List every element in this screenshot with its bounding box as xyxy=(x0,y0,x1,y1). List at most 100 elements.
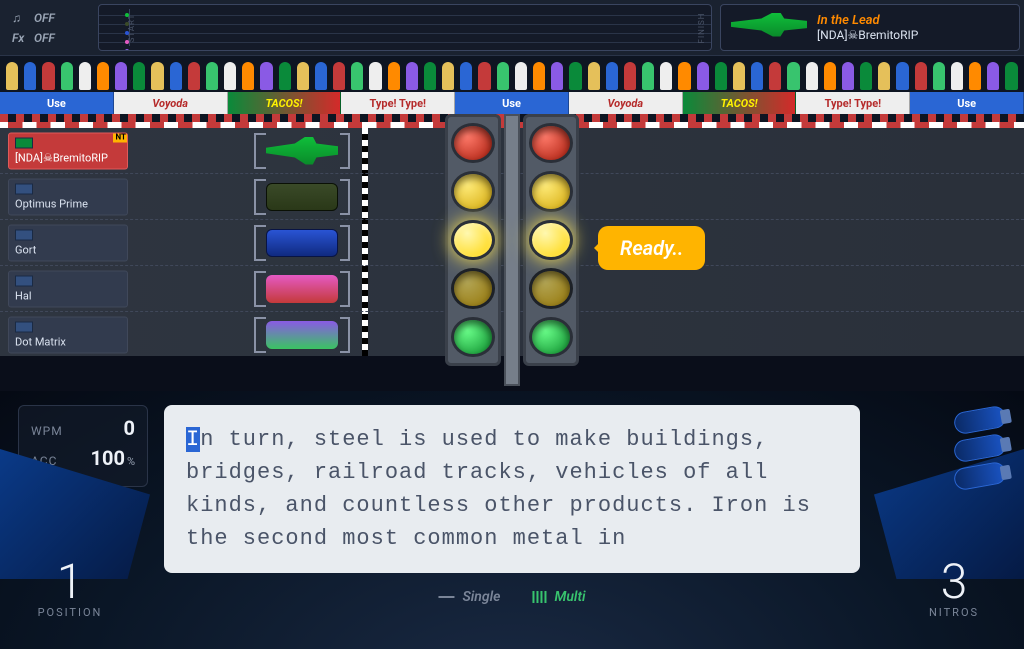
spectator xyxy=(896,62,908,90)
ad-board: Use xyxy=(455,92,569,114)
wpm-value: 0 xyxy=(124,416,135,440)
spectator xyxy=(79,62,91,90)
spectator xyxy=(115,62,127,90)
ad-board: Use xyxy=(910,92,1024,114)
spectator xyxy=(915,62,927,90)
spectator xyxy=(170,62,182,90)
player-tag[interactable]: Hal xyxy=(8,270,128,307)
bulb-yellow-dim-icon xyxy=(451,268,495,308)
spectator xyxy=(1005,62,1017,90)
ad-board: Use xyxy=(0,92,114,114)
spectator xyxy=(806,62,818,90)
player-name: Gort xyxy=(15,243,119,256)
bulb-yellow-icon xyxy=(451,171,495,211)
ad-boards: UseVoyodaTACOS!Type! Type!UseVoyodaTACOS… xyxy=(0,92,1024,114)
typing-input[interactable]: In turn, steel is used to make buildings… xyxy=(164,405,860,573)
ad-board: Type! Type! xyxy=(796,92,910,114)
spectator xyxy=(697,62,709,90)
nitro-icon xyxy=(952,405,1007,436)
spectator xyxy=(878,62,890,90)
flag-icon xyxy=(15,137,33,148)
spectator xyxy=(733,62,745,90)
mode-single-label: Single xyxy=(462,589,500,605)
spectator xyxy=(969,62,981,90)
mode-multi[interactable]: Multi xyxy=(532,589,585,605)
spectator xyxy=(151,62,163,90)
nitros-indicator: 3 NITROS xyxy=(894,558,1014,619)
ad-board: TACOS! xyxy=(228,92,342,114)
music-status: OFF xyxy=(34,11,55,25)
spectator xyxy=(515,62,527,90)
mode-multi-label: Multi xyxy=(554,589,585,605)
ad-board: Voyoda xyxy=(569,92,683,114)
spectator xyxy=(315,62,327,90)
spectator xyxy=(297,62,309,90)
spectator xyxy=(715,62,727,90)
traffic-light xyxy=(432,114,592,366)
spectator xyxy=(933,62,945,90)
spectator xyxy=(133,62,145,90)
flag-icon xyxy=(15,229,33,240)
ad-board: Type! Type! xyxy=(341,92,455,114)
fx-icon: Fx xyxy=(12,31,26,45)
spectator xyxy=(678,62,690,90)
fx-toggle[interactable]: Fx OFF xyxy=(12,31,82,45)
spectator xyxy=(460,62,472,90)
player-name: [NDA]☠BremitoRIP xyxy=(15,151,119,164)
top-bar: ♫ OFF Fx OFF START FINISH In the Lead [N… xyxy=(0,0,1024,56)
mode-toggle: Single Multi xyxy=(438,589,585,605)
music-toggle[interactable]: ♫ OFF xyxy=(12,11,82,25)
bulb-yellow-dim-icon xyxy=(529,268,573,308)
single-mode-icon xyxy=(438,596,454,598)
spectator xyxy=(406,62,418,90)
acc-value: 100 xyxy=(91,446,125,470)
dashboard: WPM 0 ACC 100% In turn, steel is used to… xyxy=(0,391,1024,649)
spectator xyxy=(769,62,781,90)
spectator xyxy=(660,62,672,90)
spectator xyxy=(951,62,963,90)
player-tag[interactable]: Gort xyxy=(8,224,128,261)
mode-single[interactable]: Single xyxy=(438,589,500,605)
ad-board: TACOS! xyxy=(683,92,797,114)
bulb-yellow-icon xyxy=(529,171,573,211)
spectator xyxy=(624,62,636,90)
nitros-label: NITROS xyxy=(894,606,1014,619)
flag-icon xyxy=(15,183,33,194)
spectator xyxy=(588,62,600,90)
spectator xyxy=(279,62,291,90)
status-bubble: Ready.. xyxy=(598,226,705,270)
flag-icon xyxy=(15,322,33,333)
car-icon xyxy=(266,229,338,257)
minimap-start-label: START xyxy=(127,13,136,42)
position-indicator: 1 POSITION xyxy=(10,558,130,619)
spectator xyxy=(551,62,563,90)
player-tag[interactable]: Dot Matrix xyxy=(8,317,128,354)
spectator xyxy=(97,62,109,90)
player-tag[interactable]: Optimus Prime xyxy=(8,178,128,215)
spectator xyxy=(24,62,36,90)
spectator xyxy=(533,62,545,90)
spectator xyxy=(842,62,854,90)
position-value: 1 xyxy=(10,558,130,606)
multi-mode-icon xyxy=(532,591,546,603)
spectator xyxy=(388,62,400,90)
nt-badge: NT xyxy=(113,132,129,142)
wpm-label: WPM xyxy=(31,424,63,438)
spectator xyxy=(260,62,272,90)
typing-text: n turn, steel is used to make buildings,… xyxy=(186,427,811,551)
spectator xyxy=(188,62,200,90)
player-tag-me[interactable]: [NDA]☠BremitoRIP NT xyxy=(8,132,128,169)
ad-board: Voyoda xyxy=(114,92,228,114)
spectator xyxy=(987,62,999,90)
spectator xyxy=(860,62,872,90)
spectator xyxy=(206,62,218,90)
race-track: [NDA]☠BremitoRIP NT Optimus Prime Gort Hal Do… xyxy=(0,122,1024,356)
lead-title: In the Lead xyxy=(817,13,918,28)
spectator xyxy=(478,62,490,90)
bulb-green-icon xyxy=(451,317,495,357)
player-name: Dot Matrix xyxy=(15,336,119,349)
position-label: POSITION xyxy=(10,606,130,619)
minimap-finish-label: FINISH xyxy=(697,12,706,43)
minimap: START FINISH xyxy=(98,4,712,51)
crowd-strip: UseVoyodaTACOS!Type! Type!UseVoyodaTACOS… xyxy=(0,56,1024,122)
